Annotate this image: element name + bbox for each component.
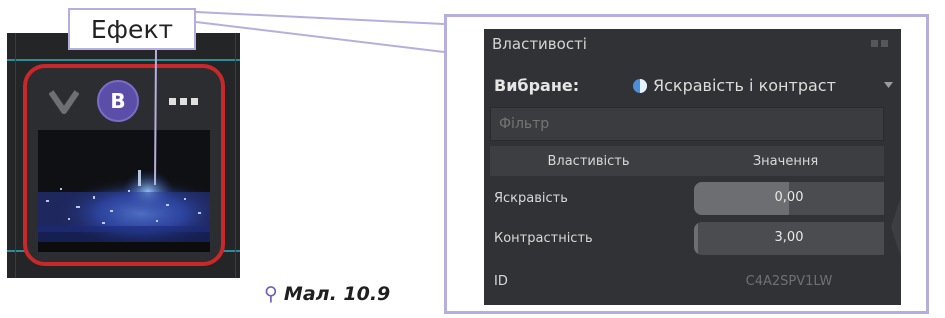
filter-input[interactable] xyxy=(490,107,884,141)
panel-scroll-handle[interactable] xyxy=(887,197,901,257)
column-header-property[interactable]: Властивість xyxy=(490,154,687,169)
property-value: C4A2SPV1LW xyxy=(745,274,833,289)
properties-panel: Властивості Вибране: Яскравість і контра… xyxy=(484,29,901,305)
selected-effect-dropdown[interactable]: Яскравість і контраст xyxy=(632,76,836,95)
property-name: Яскравість xyxy=(494,191,568,206)
column-header-value[interactable]: Значення xyxy=(687,154,884,169)
property-value: 3,00 xyxy=(774,230,804,245)
property-row-id: ID C4A2SPV1LW xyxy=(490,263,884,301)
timeline-divider xyxy=(15,33,16,278)
selected-effect-value: Яскравість і контраст xyxy=(653,76,836,95)
checkmark-icon[interactable] xyxy=(49,89,79,115)
chevron-down-icon[interactable] xyxy=(884,82,893,88)
brightness-value-slider[interactable]: 0,00 xyxy=(694,182,884,215)
timeline-divider xyxy=(235,33,236,278)
effect-icon xyxy=(633,78,647,93)
panel-grip-icon[interactable] xyxy=(871,40,889,48)
panel-title: Властивості xyxy=(492,35,587,53)
contrast-value-slider[interactable]: 3,00 xyxy=(694,222,884,255)
property-name: ID xyxy=(494,274,508,289)
location-pin-icon: ⚲ xyxy=(264,283,278,305)
clip-footer xyxy=(38,242,210,252)
more-icon[interactable] xyxy=(169,98,199,106)
property-row-contrast: Контрастність 3,00 xyxy=(490,220,884,258)
clip-type-badge[interactable]: B xyxy=(97,80,139,122)
effect-callout-label: Ефект xyxy=(68,8,196,50)
property-row-brightness: Яскравість 0,00 xyxy=(490,180,884,218)
property-name: Контрастність xyxy=(494,231,593,246)
property-value: 0,00 xyxy=(774,190,804,205)
figure-caption-text: Мал. 10.9 xyxy=(283,283,391,305)
clip-thumbnail xyxy=(38,130,210,242)
selected-label: Вибране: xyxy=(494,76,580,95)
properties-table-header: Властивість Значення xyxy=(490,146,884,176)
timeline-track-line xyxy=(7,59,240,61)
timeline-area: B xyxy=(7,33,240,278)
effect-clip[interactable]: B xyxy=(23,64,225,266)
figure-caption: ⚲ Мал. 10.9 xyxy=(264,283,390,305)
